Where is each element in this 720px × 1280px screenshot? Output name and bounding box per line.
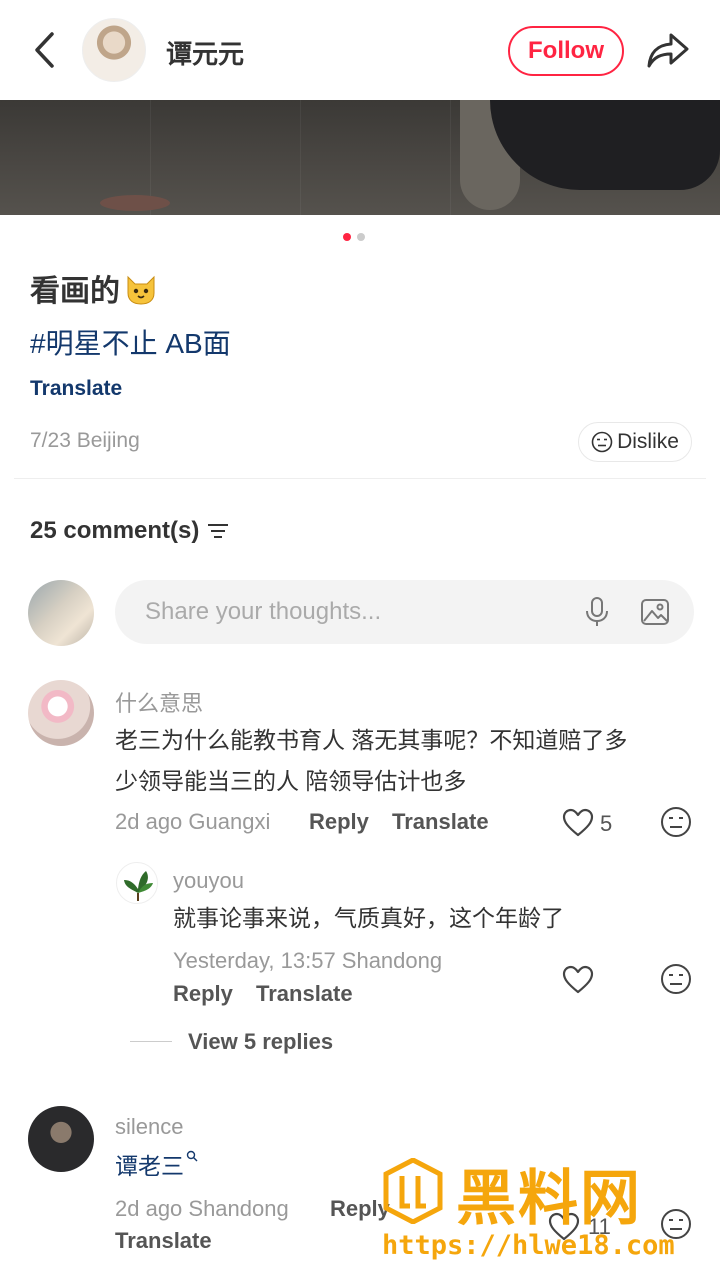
sort-filter-icon[interactable] bbox=[207, 522, 229, 540]
comment-count-label: 25 comment(s) bbox=[30, 517, 200, 544]
watermark-brand: 黑料网 bbox=[456, 1165, 642, 1232]
mention-text[interactable]: 谭老三 bbox=[115, 1153, 184, 1179]
reply-text: 就事论事来说，气质真好，这个年龄了 bbox=[173, 905, 564, 931]
reply-avatar[interactable] bbox=[116, 862, 158, 904]
page-dot-active bbox=[343, 233, 351, 241]
heart-icon[interactable] bbox=[562, 808, 594, 838]
watermark-url: https://hlwe18.com bbox=[382, 1230, 675, 1261]
author-avatar[interactable] bbox=[82, 18, 146, 82]
author-name[interactable]: 谭元元 bbox=[166, 34, 244, 71]
view-replies-link[interactable]: View 5 replies bbox=[188, 1029, 333, 1055]
reply-button[interactable]: Reply bbox=[309, 809, 369, 835]
heart-icon[interactable] bbox=[562, 965, 594, 995]
dislike-face-icon[interactable] bbox=[660, 806, 692, 838]
follow-button[interactable]: Follow bbox=[508, 26, 624, 76]
post-title: 看画的 bbox=[30, 266, 158, 310]
divider bbox=[14, 478, 706, 479]
comment-username[interactable]: 什么意思 bbox=[115, 686, 203, 718]
like-count: 5 bbox=[600, 811, 613, 836]
translate-button[interactable]: Translate bbox=[392, 809, 489, 835]
microphone-icon[interactable] bbox=[584, 596, 610, 628]
reply-username[interactable]: youyou bbox=[173, 868, 244, 894]
comment-count: 25 comment(s) bbox=[30, 517, 229, 545]
comment-text: 老三为什么能教书育人 落无其事呢？不知道赔了多 少领导能当三的人 陪领导估计也多 bbox=[115, 720, 685, 802]
comment-text-line: 少领导能当三的人 陪领导估计也多 bbox=[115, 768, 467, 794]
comment-username[interactable]: silence bbox=[115, 1114, 183, 1140]
translate-button[interactable]: Translate bbox=[115, 1228, 212, 1254]
dislike-button[interactable]: Dislike bbox=[578, 422, 692, 462]
top-bar: 谭元元 Follow bbox=[0, 0, 720, 100]
neutral-face-icon bbox=[591, 431, 613, 453]
comment-meta: 2d ago Guangxi bbox=[115, 809, 271, 834]
comment-text-line: 老三为什么能教书育人 落无其事呢？不知道赔了多 bbox=[115, 727, 628, 753]
dislike-label: Dislike bbox=[617, 430, 679, 453]
post-title-text: 看画的 bbox=[30, 275, 120, 308]
post-image[interactable] bbox=[0, 100, 720, 215]
post-date-location: 7/23 Beijing bbox=[30, 429, 140, 452]
comment-meta: 2d ago Shandong bbox=[115, 1196, 289, 1221]
leaf-avatar-icon bbox=[124, 871, 153, 901]
dislike-face-icon[interactable] bbox=[660, 963, 692, 995]
watermark: 黑料网 https://hlwe18.com bbox=[380, 1150, 710, 1275]
page-dot bbox=[357, 233, 365, 241]
commenter-avatar[interactable] bbox=[28, 1106, 94, 1172]
translate-post-link[interactable]: Translate bbox=[30, 377, 122, 401]
my-avatar bbox=[28, 580, 94, 646]
cat-face-emoji-icon bbox=[127, 275, 155, 305]
commenter-avatar[interactable] bbox=[28, 680, 94, 746]
post-hashtag[interactable]: #明星不止 AB面 bbox=[30, 322, 231, 362]
share-icon[interactable] bbox=[646, 30, 690, 70]
view-replies-line bbox=[130, 1041, 172, 1042]
image-upload-icon[interactable] bbox=[640, 598, 670, 626]
translate-button[interactable]: Translate bbox=[256, 981, 353, 1007]
back-arrow-icon[interactable] bbox=[28, 30, 62, 70]
reply-meta: Yesterday, 13:57 Shandong bbox=[173, 948, 443, 973]
comment-text: 谭老三 bbox=[115, 1146, 198, 1187]
watermark-logo-icon bbox=[383, 1158, 443, 1224]
reply-button[interactable]: Reply bbox=[173, 981, 233, 1007]
search-mini-icon bbox=[186, 1150, 198, 1162]
image-pagination bbox=[343, 233, 365, 241]
